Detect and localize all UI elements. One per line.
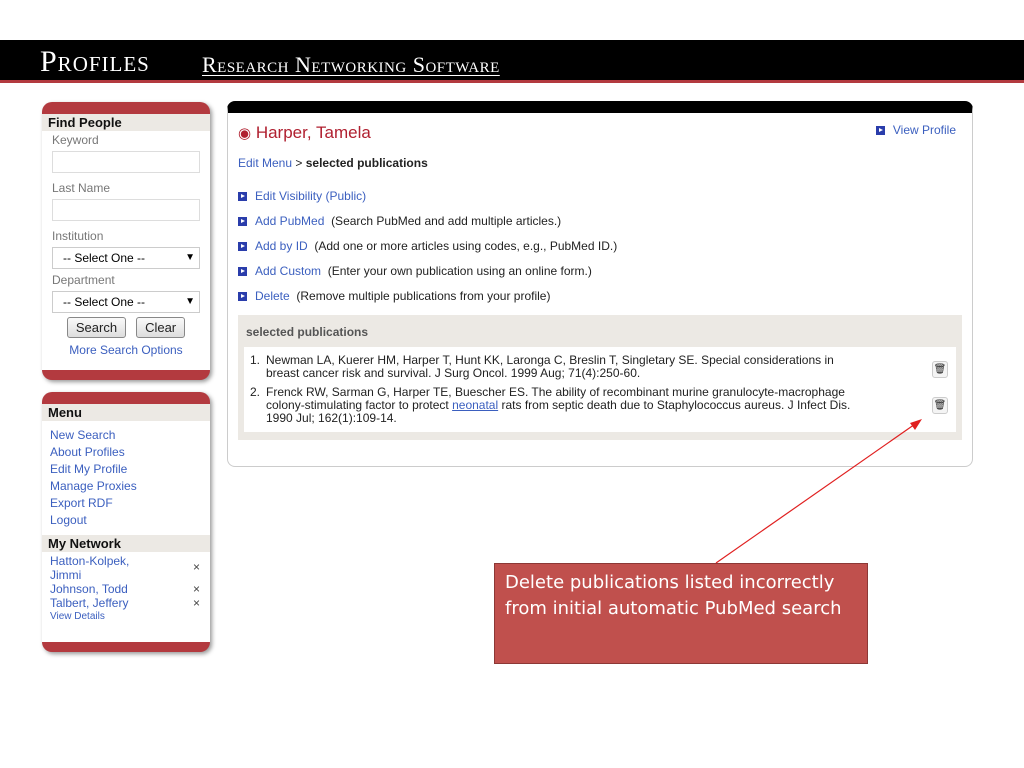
callout-box: Delete publications listed incorrectly f…: [494, 563, 868, 664]
